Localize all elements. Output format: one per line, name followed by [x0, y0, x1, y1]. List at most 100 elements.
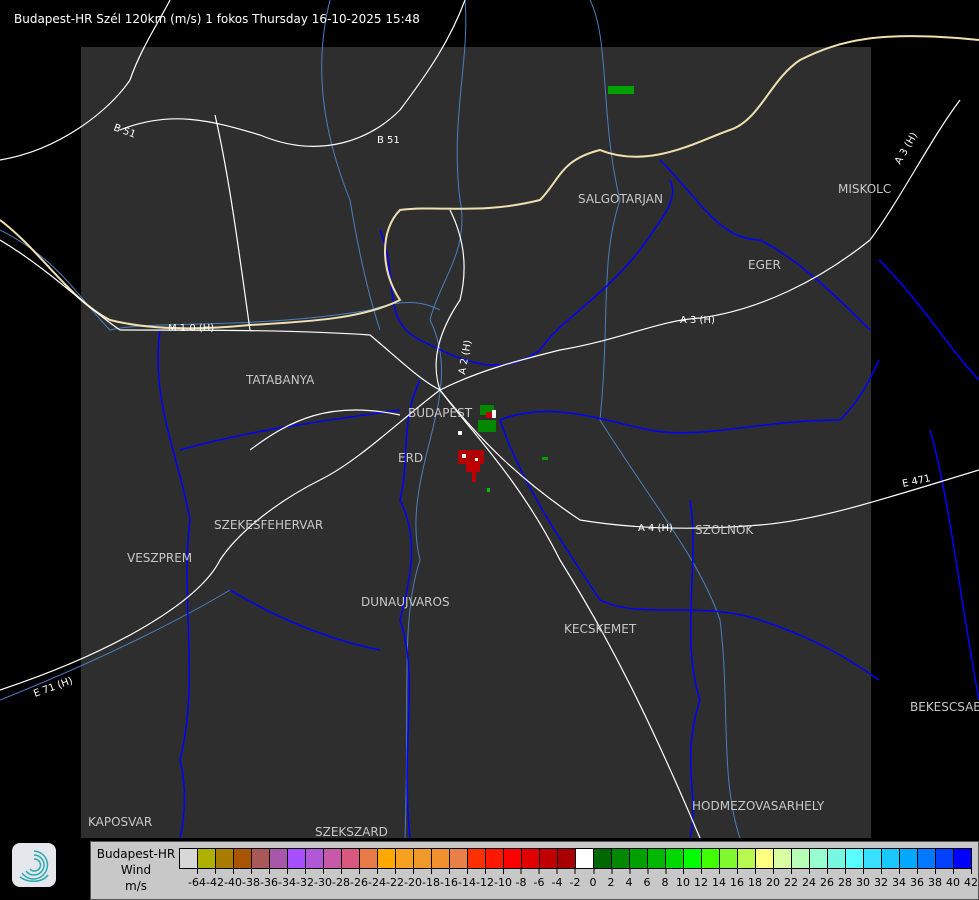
radar-coverage-area — [81, 47, 871, 838]
legend-tick-label: -42 — [206, 868, 224, 889]
legend-swatch — [900, 849, 918, 868]
legend-swatch — [216, 849, 234, 868]
legend-swatch — [432, 849, 450, 868]
city-label: BUDAPEST — [408, 406, 473, 420]
city-label: KECSKEMET — [564, 622, 637, 636]
city-label: SZEKESFEHERVAR — [214, 518, 323, 532]
legend-tick-label: -34 — [278, 868, 296, 889]
legend-tick-label: -36 — [260, 868, 278, 889]
legend-swatch — [612, 849, 630, 868]
legend-tick-label: 8 — [661, 868, 669, 889]
legend-swatch — [522, 849, 540, 868]
swirl-logo-icon — [19, 850, 49, 882]
legend-swatch — [180, 849, 198, 868]
legend-ticks: -64 -42 -40 -38 -36 -34 -32 -30 -28 -26 -24 -22 -20-… — [179, 868, 979, 896]
legend-tick-label: 22 — [784, 868, 798, 889]
legend-tick-label: 2 — [607, 868, 615, 889]
legend-tick-label: 32 — [874, 868, 888, 889]
legend-swatch — [558, 849, 576, 868]
legend-tick-label: -16 — [440, 868, 458, 889]
legend-swatch — [720, 849, 738, 868]
legend-tick-label: 28 — [838, 868, 852, 889]
legend-swatch — [306, 849, 324, 868]
legend-title-product: Wind — [120, 863, 152, 877]
city-label: SZEKSZARD — [315, 825, 388, 839]
legend-swatch — [396, 849, 414, 868]
legend-tick-label: -40 — [224, 868, 242, 889]
legend-swatch — [954, 849, 971, 868]
city-label: KAPOSVAR — [88, 815, 152, 829]
legend-swatch — [360, 849, 378, 868]
legend-tick-label: -20 — [404, 868, 422, 889]
legend-tick-label: 24 — [802, 868, 816, 889]
city-label: MISKOLC — [838, 182, 891, 196]
radar-map[interactable]: SALGOTARJAN MISKOLC EGER TATABANYA BUDAP… — [0, 0, 979, 900]
legend-tick-label: 6 — [643, 868, 651, 889]
legend-swatch — [828, 849, 846, 868]
legend-tick-label: 40 — [946, 868, 960, 889]
legend-tick-label: -26 — [350, 868, 368, 889]
legend-tick-label: 36 — [910, 868, 924, 889]
road-label: A 3 (H) — [680, 315, 715, 326]
road-label: E 471 — [901, 473, 931, 490]
map-title: Budapest-HR Szél 120km (m/s) 1 fokos Thu… — [14, 12, 420, 26]
legend-swatch — [324, 849, 342, 868]
city-label: EGER — [748, 258, 781, 272]
legend-tick-label: -12 — [476, 868, 494, 889]
legend-tick-label: 26 — [820, 868, 834, 889]
legend-tick-label: -4 — [551, 868, 563, 889]
legend-tick-label: 0 — [589, 868, 597, 889]
legend-title-unit: m/s — [125, 879, 147, 893]
legend-swatch — [918, 849, 936, 868]
legend-tick-label: 34 — [892, 868, 906, 889]
legend-tick-label: 18 — [748, 868, 762, 889]
road-label: A 3 (H) — [893, 131, 920, 167]
legend-swatch — [252, 849, 270, 868]
legend-tick-label: 12 — [694, 868, 708, 889]
legend-swatch — [342, 849, 360, 868]
legend-title-site: Budapest-HR — [96, 847, 176, 861]
legend-tick-label: -18 — [422, 868, 440, 889]
legend-swatch — [756, 849, 774, 868]
legend-swatch — [378, 849, 396, 868]
legend-swatch — [882, 849, 900, 868]
legend-tick-label: -6 — [533, 868, 545, 889]
legend-swatch — [198, 849, 216, 868]
legend-tick-label: -30 — [314, 868, 332, 889]
legend-swatch — [450, 849, 468, 868]
app-logo — [12, 843, 56, 887]
legend-tick-label: 30 — [856, 868, 870, 889]
legend-swatch — [666, 849, 684, 868]
legend-swatch — [414, 849, 432, 868]
legend-tick-label: -38 — [242, 868, 260, 889]
legend-swatch — [702, 849, 720, 868]
legend-swatch — [738, 849, 756, 868]
legend-tick-label: 4 — [625, 868, 633, 889]
legend-tick-label: 42 — [964, 868, 978, 889]
color-legend: Budapest-HR Wind m/s -64 -42 -40 -38 -36 -34-… — [90, 841, 979, 900]
legend-swatch — [540, 849, 558, 868]
city-label: BEKESCSABA — [910, 700, 979, 714]
road-label: A 4 (H) — [638, 523, 673, 534]
legend-swatches — [179, 848, 972, 869]
legend-tick-label: 14 — [712, 868, 726, 889]
legend-tick-label: -28 — [332, 868, 350, 889]
legend-swatch — [576, 849, 594, 868]
legend-swatch — [864, 849, 882, 868]
legend-tick-label: -14 — [458, 868, 476, 889]
legend-tick-label: -22 — [386, 868, 404, 889]
legend-swatch — [792, 849, 810, 868]
legend-tick-label: 10 — [676, 868, 690, 889]
legend-swatch — [810, 849, 828, 868]
road-label: M 1 0 (H) — [168, 323, 214, 334]
legend-swatch — [288, 849, 306, 868]
legend-tick-label: -2 — [569, 868, 581, 889]
legend-title: Budapest-HR Wind m/s — [91, 846, 181, 894]
legend-swatch — [504, 849, 522, 868]
legend-swatch — [774, 849, 792, 868]
legend-tick-label: -24 — [368, 868, 386, 889]
legend-tick-label: -8 — [515, 868, 527, 889]
legend-swatch — [594, 849, 612, 868]
legend-tick-label: -32 — [296, 868, 314, 889]
legend-tick-label: 16 — [730, 868, 744, 889]
